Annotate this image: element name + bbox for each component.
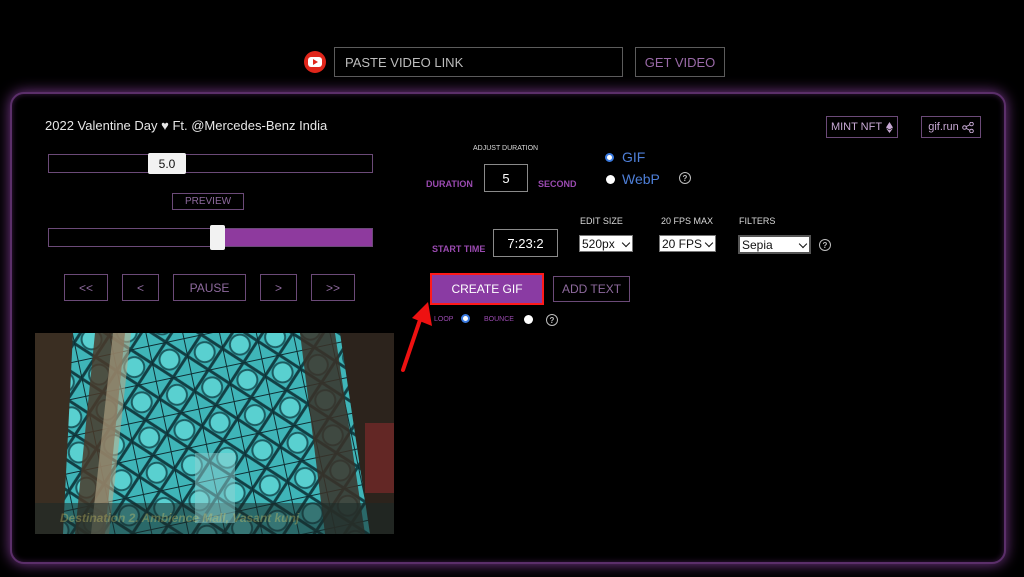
top-bar: GET VIDEO — [0, 47, 1024, 77]
start-time-input[interactable]: 7:23:2 — [493, 229, 558, 257]
video-caption: Destination 2. Ambience Mall, Vasant kun… — [60, 511, 300, 525]
filter-select[interactable]: Sepia — [738, 235, 811, 254]
ethereum-icon — [886, 121, 894, 133]
red-arrow-icon — [401, 302, 432, 372]
mint-nft-button[interactable]: MINT NFT — [826, 116, 898, 138]
second-label: SECOND — [538, 179, 577, 189]
start-time-label: START TIME — [432, 244, 486, 254]
speed-value[interactable]: 5.0 — [148, 153, 186, 174]
filters-label: FILTERS — [739, 216, 776, 226]
duration-label: DURATION — [426, 179, 473, 189]
help-icon[interactable]: ? — [819, 239, 831, 251]
add-text-button[interactable]: ADD TEXT — [553, 276, 630, 302]
gifrun-share-button[interactable]: gif.run — [921, 116, 981, 138]
fps-value: 20 FPS — [662, 236, 703, 251]
help-icon[interactable]: ? — [679, 172, 691, 184]
edit-size-select[interactable]: 520px — [579, 235, 633, 252]
format-radio-gif[interactable] — [605, 153, 614, 162]
rewind-fast-button[interactable]: << — [64, 274, 108, 301]
seek-fill — [218, 229, 372, 246]
chevron-down-icon — [704, 238, 714, 248]
bounce-radio[interactable] — [524, 315, 533, 324]
bounce-label: BOUNCE — [484, 316, 514, 323]
mint-nft-label: MINT NFT — [830, 121, 883, 133]
get-video-button[interactable]: GET VIDEO — [635, 47, 725, 77]
fps-select[interactable]: 20 FPS — [659, 235, 716, 252]
format-label-gif: GIF — [622, 149, 646, 165]
create-gif-button[interactable]: CREATE GIF — [430, 273, 544, 305]
edit-size-value: 520px — [582, 236, 615, 251]
rewind-button[interactable]: < — [122, 274, 159, 301]
pause-button[interactable]: PAUSE — [173, 274, 246, 301]
loop-radio[interactable] — [461, 314, 470, 323]
chevron-down-icon — [621, 238, 631, 248]
duration-input[interactable]: 5 — [484, 164, 528, 192]
seek-handle[interactable] — [210, 225, 225, 250]
video-frame-image — [35, 333, 394, 534]
speed-slider[interactable] — [48, 154, 373, 173]
forward-fast-button[interactable]: >> — [311, 274, 355, 301]
edit-size-label: EDIT SIZE — [580, 216, 623, 226]
format-label-webp: WebP — [622, 171, 660, 187]
share-icon — [961, 121, 974, 133]
help-icon[interactable]: ? — [546, 314, 558, 326]
adjust-duration-label: ADJUST DURATION — [473, 145, 539, 152]
gifrun-label: gif.run — [928, 121, 959, 133]
forward-button[interactable]: > — [260, 274, 297, 301]
chevron-down-icon — [798, 239, 808, 249]
preview-button[interactable]: PREVIEW — [172, 193, 244, 210]
video-preview — [35, 333, 394, 534]
video-title: 2022 Valentine Day ♥ Ft. @Mercedes-Benz … — [45, 118, 328, 133]
youtube-icon — [304, 51, 326, 73]
format-radio-webp[interactable] — [606, 175, 615, 184]
fps-label: 20 FPS MAX — [661, 216, 714, 226]
filter-value: Sepia — [742, 237, 773, 252]
video-link-input[interactable] — [334, 47, 623, 77]
